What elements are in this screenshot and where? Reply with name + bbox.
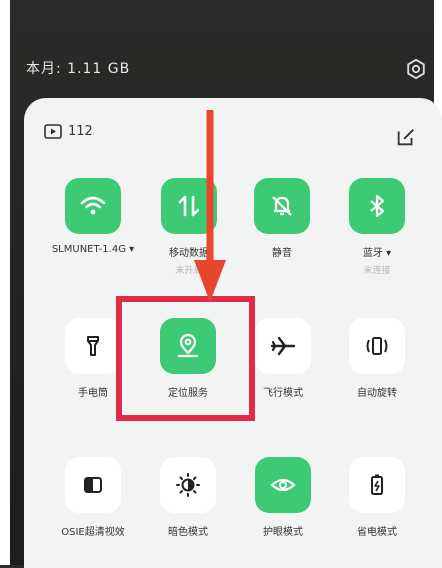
osie-icon[interactable]	[65, 457, 121, 513]
tile-auto-rotate[interactable]: 自动旋转	[327, 318, 427, 399]
tile-dark-mode-label: 暗色模式	[168, 527, 208, 538]
highlight-box	[116, 296, 255, 421]
tile-battery-saver[interactable]: 省电模式	[327, 457, 427, 538]
tile-battery-saver-label: 省电模式	[357, 527, 397, 538]
media-count: 112	[68, 124, 93, 139]
mute-bell-icon[interactable]	[254, 178, 310, 234]
media-header: 112	[44, 124, 93, 139]
settings-icon[interactable]	[405, 58, 427, 80]
tile-osie[interactable]: OSIE超清视效	[43, 457, 143, 538]
flashlight-icon[interactable]	[65, 318, 121, 374]
tile-bluetooth[interactable]: 蓝牙 ▾ 未连接	[327, 178, 427, 276]
tile-bluetooth-label: 蓝牙 ▾	[362, 248, 392, 259]
bluetooth-icon[interactable]	[349, 178, 405, 234]
tile-auto-rotate-label: 自动旋转	[357, 388, 397, 399]
status-area	[10, 0, 434, 100]
tile-dark-mode[interactable]: 暗色模式	[138, 457, 238, 538]
tile-bluetooth-sub: 未连接	[363, 266, 391, 276]
wifi-icon[interactable]	[65, 178, 121, 234]
screenshot-border-left	[0, 0, 10, 565]
pointer-arrow-icon	[194, 110, 226, 302]
eye-care-icon[interactable]	[255, 457, 311, 513]
auto-rotate-icon[interactable]	[349, 318, 405, 374]
battery-saver-icon[interactable]	[349, 457, 405, 513]
tile-osie-label: OSIE超清视效	[61, 527, 125, 538]
tile-eye-care[interactable]: 护眼模式	[233, 457, 333, 538]
edit-icon[interactable]	[395, 126, 417, 148]
play-media-icon[interactable]	[44, 124, 62, 139]
tile-mute-label: 静音	[272, 248, 292, 259]
airplane-icon[interactable]	[255, 318, 311, 374]
dark-mode-icon[interactable]	[160, 457, 216, 513]
tile-mute[interactable]: 静音	[232, 178, 332, 263]
tile-eye-care-label: 护眼模式	[263, 527, 303, 538]
tile-wifi-label: SLMUNET-1.4G ▾	[51, 244, 135, 255]
tile-wifi[interactable]: SLMUNET-1.4G ▾	[43, 178, 143, 259]
data-usage-text: 本月: 1.11 GB	[26, 61, 131, 77]
